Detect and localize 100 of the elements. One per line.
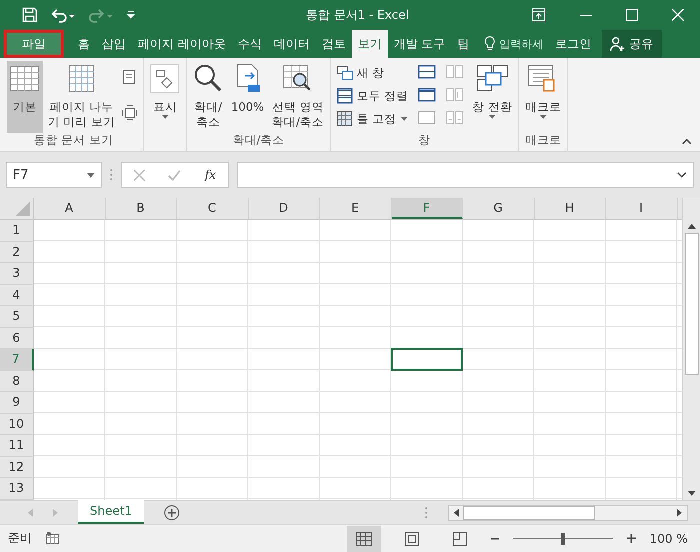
ribbon-tab[interactable]: 개발 도구 xyxy=(388,30,452,58)
expand-icon xyxy=(677,172,687,178)
column-header[interactable]: C xyxy=(177,198,248,219)
ribbon-tab[interactable]: 페이지 레이아웃 xyxy=(132,30,232,58)
row-header[interactable]: 4 xyxy=(0,284,34,306)
vertical-scrollbar[interactable] xyxy=(682,198,700,500)
ribbon-tab[interactable]: 수식 xyxy=(232,30,268,58)
ribbon-tab[interactable]: 검토 xyxy=(316,30,352,58)
zoom-in-icon[interactable] xyxy=(626,534,636,543)
maximize-icon[interactable] xyxy=(626,9,638,21)
column-header[interactable]: A xyxy=(34,198,106,219)
row-header[interactable]: 8 xyxy=(0,370,34,392)
stacked-windows-icon xyxy=(337,88,354,104)
window-title: 통합 문서1 - Excel xyxy=(306,6,410,24)
ribbon-tab[interactable]: 데이터 xyxy=(268,30,316,58)
freeze-grid-icon xyxy=(337,111,354,127)
zoom-to-selection-button[interactable]: 선택 영역 확대/축소 xyxy=(269,61,328,133)
grip-icon[interactable] xyxy=(110,169,113,181)
active-cell[interactable] xyxy=(390,348,463,370)
tell-me-field[interactable]: 입력하세 xyxy=(496,30,548,58)
row-header[interactable]: 10 xyxy=(0,414,34,435)
column-header[interactable]: D xyxy=(248,198,320,219)
show-icon xyxy=(150,64,180,94)
status-text: 준비 xyxy=(8,530,32,547)
normal-view-button[interactable] xyxy=(346,526,381,552)
row-header[interactable]: 3 xyxy=(0,263,34,284)
split-icon[interactable] xyxy=(418,65,436,79)
share-button[interactable]: 공유 xyxy=(602,30,662,58)
row-header[interactable]: 5 xyxy=(0,306,34,328)
file-tab[interactable]: 파일 xyxy=(4,30,64,58)
group-label: 통합 문서 보기 xyxy=(33,133,114,149)
page-layout-icon[interactable] xyxy=(122,69,136,85)
ribbon-tab[interactable]: 홈 xyxy=(72,30,96,58)
page-break-preview-button[interactable]: 페이지 나누 기 미리 보기 xyxy=(45,61,118,133)
lightbulb-icon xyxy=(484,36,496,52)
zoom-100-button[interactable]: 100% xyxy=(228,61,268,133)
scroll-right-icon[interactable] xyxy=(677,508,682,516)
zoom-slider-thumb[interactable] xyxy=(560,532,565,544)
caret-icon xyxy=(540,115,547,119)
insert-function-button[interactable]: fx xyxy=(204,168,216,182)
horizontal-scrollbar[interactable] xyxy=(448,504,688,520)
arrange-all-button[interactable]: 모두 정렬 xyxy=(334,86,412,106)
hide-window-icon[interactable] xyxy=(418,88,436,102)
zoom-level[interactable]: 100 % xyxy=(650,532,688,546)
person-add-icon xyxy=(610,36,626,52)
scrollbar-thumb[interactable] xyxy=(463,506,595,520)
normal-view-button[interactable]: 기본 xyxy=(7,61,43,133)
page-break-icon xyxy=(452,532,467,546)
save-icon[interactable] xyxy=(22,7,38,23)
caret-icon xyxy=(162,115,169,119)
show-button[interactable]: 표시 xyxy=(147,61,184,133)
group-label: 창 xyxy=(418,133,432,149)
group-label: 확대/축소 xyxy=(232,133,286,149)
scroll-left-icon[interactable] xyxy=(454,508,459,516)
collapse-ribbon-icon[interactable] xyxy=(682,139,692,145)
close-icon[interactable] xyxy=(672,9,684,21)
cell-grid[interactable] xyxy=(34,220,682,500)
sheet-tab[interactable]: Sheet1 xyxy=(78,500,144,524)
add-sheet-icon[interactable] xyxy=(164,504,180,520)
formula-input[interactable] xyxy=(237,162,694,188)
column-header[interactable]: B xyxy=(106,198,177,219)
checkmark-icon[interactable] xyxy=(168,170,182,180)
caret-icon xyxy=(400,117,408,121)
row-header[interactable]: 1 xyxy=(0,220,34,242)
grip-icon[interactable] xyxy=(425,506,428,518)
row-header[interactable]: 11 xyxy=(0,435,34,456)
row-header[interactable]: 6 xyxy=(0,328,34,349)
windows-icon xyxy=(476,64,509,94)
name-box[interactable]: F7 xyxy=(6,162,102,188)
row-header[interactable]: 13 xyxy=(0,478,34,500)
ribbon-tab[interactable]: 보기 xyxy=(352,30,388,58)
grid-icon xyxy=(356,532,372,546)
column-header[interactable]: H xyxy=(534,198,606,219)
row-header[interactable]: 9 xyxy=(0,392,34,414)
row-header[interactable]: 12 xyxy=(0,456,34,478)
macro-record-icon[interactable] xyxy=(46,532,60,545)
grid-icon xyxy=(10,64,40,94)
column-header[interactable]: G xyxy=(463,198,534,219)
zoom-button[interactable]: 확대/ 축소 xyxy=(190,61,226,133)
page-icon xyxy=(404,532,419,546)
freeze-panes-button[interactable]: 틀 고정 xyxy=(334,109,412,129)
customize-icon[interactable] xyxy=(126,9,136,21)
ribbon-display-icon[interactable] xyxy=(532,8,546,22)
column-header[interactable]: F xyxy=(392,198,463,219)
caret-icon xyxy=(489,115,496,119)
scroll-down-icon[interactable] xyxy=(688,491,696,496)
switch-windows-button[interactable]: 창 전환 xyxy=(470,61,516,133)
macros-button[interactable]: 매크로 xyxy=(522,61,564,133)
custom-views-icon[interactable] xyxy=(122,105,138,121)
ribbon-tab[interactable]: 팁 xyxy=(452,30,476,58)
row-header[interactable]: 7 xyxy=(0,349,34,370)
new-window-button[interactable]: 새 창 xyxy=(334,63,412,83)
group-label: 매크로 xyxy=(524,133,562,149)
ribbon-tab[interactable]: 삽입 xyxy=(96,30,132,58)
login-link[interactable]: 로그인 xyxy=(550,30,598,58)
undo-icon[interactable] xyxy=(50,7,76,23)
row-header[interactable]: 2 xyxy=(0,242,34,263)
scroll-up-icon[interactable] xyxy=(688,224,696,229)
column-header[interactable]: I xyxy=(606,198,678,219)
scrollbar-thumb[interactable] xyxy=(684,233,698,375)
